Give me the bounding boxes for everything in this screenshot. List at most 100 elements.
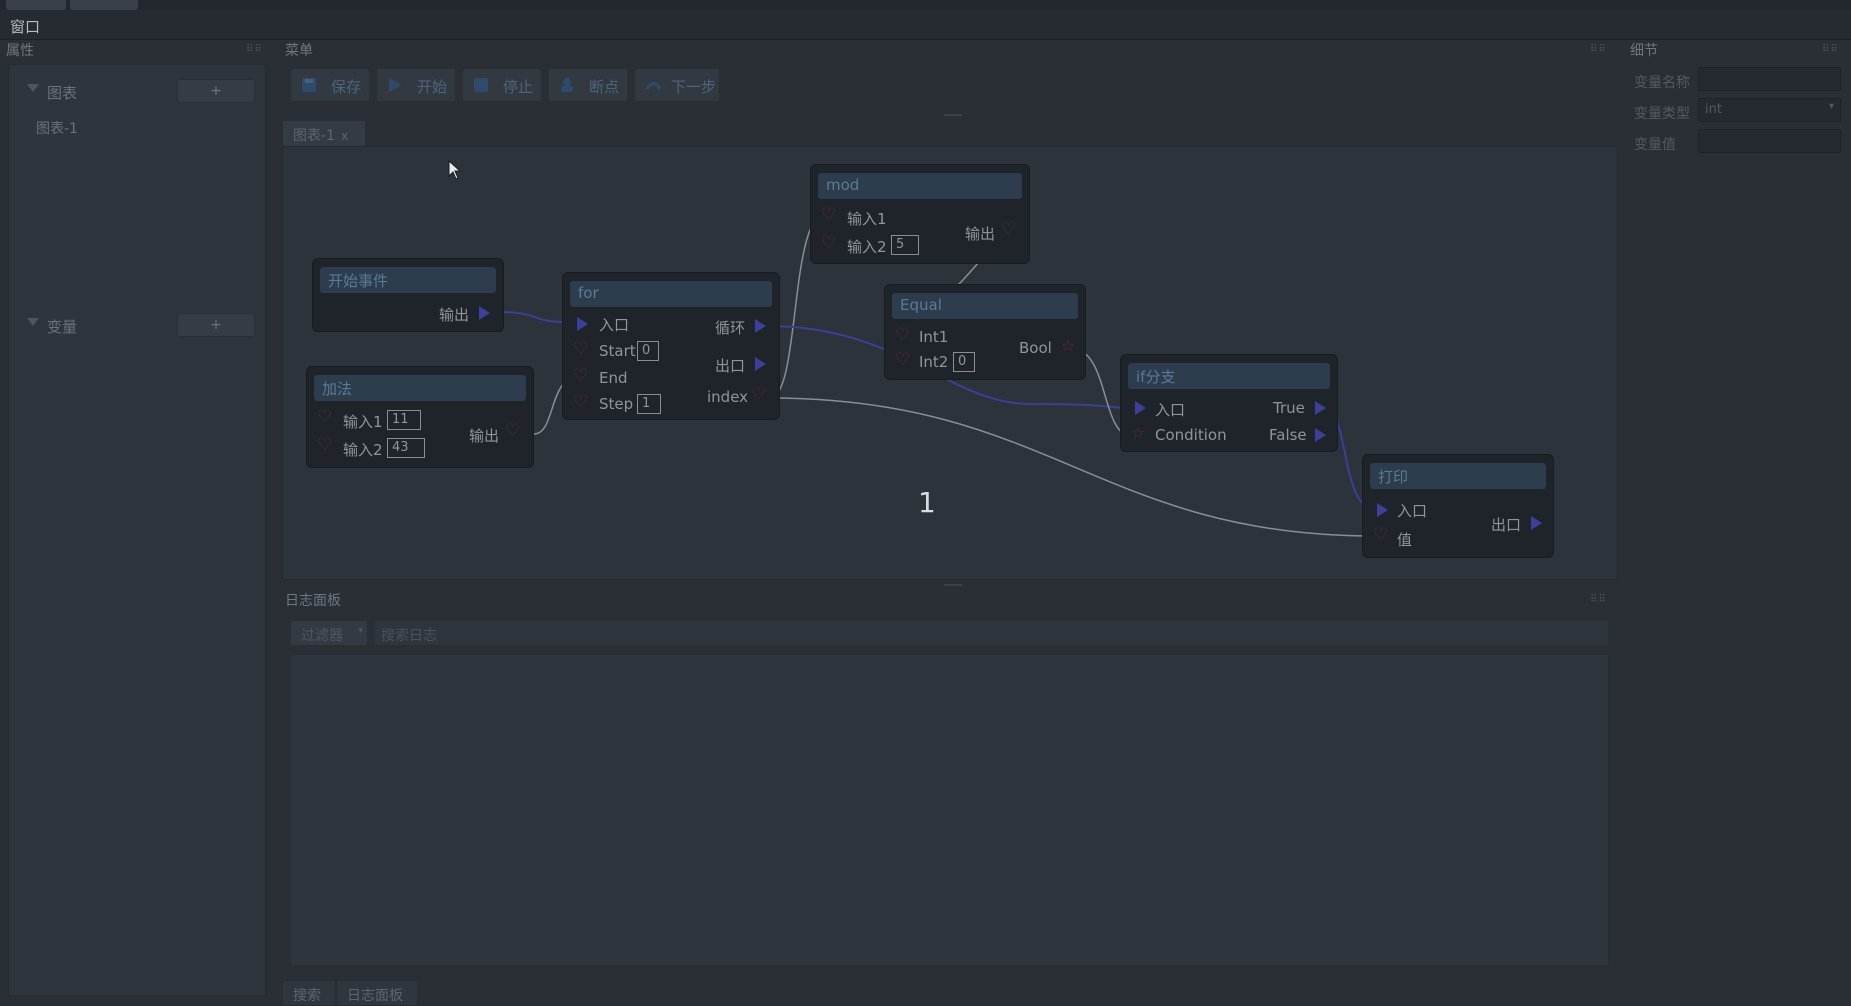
exec-pin-icon[interactable]: [1315, 428, 1326, 442]
log-output-area: [290, 654, 1609, 966]
data-pin-icon[interactable]: ♡: [573, 368, 588, 385]
dock-grip-icon[interactable]: ⠿⠿: [1822, 44, 1844, 55]
stop-label: 停止: [503, 78, 534, 96]
start-label: 开始: [417, 78, 448, 96]
splitter-handle[interactable]: [944, 114, 962, 116]
pin-label: 输出: [469, 427, 500, 445]
data-pin-icon[interactable]: ♡: [1001, 221, 1016, 238]
data-pin-icon[interactable]: ♡: [573, 394, 588, 411]
pin-label: Int1: [919, 328, 949, 346]
node-title: 加法: [314, 375, 526, 401]
node-equal[interactable]: Equal ♡ Int1 ♡ Int2 0 Bool ☆: [884, 284, 1086, 380]
input1-field[interactable]: 11: [387, 410, 421, 430]
exec-pin-icon[interactable]: [479, 306, 490, 320]
pin-label: Bool: [1019, 339, 1052, 357]
exec-pin-icon[interactable]: [577, 317, 588, 331]
data-pin-icon[interactable]: ♡: [821, 207, 836, 224]
tab-search[interactable]: 搜索: [282, 980, 336, 1006]
dock-grip-icon[interactable]: ⠿⠿: [1590, 594, 1612, 605]
next-step-button[interactable]: 下一步: [634, 68, 720, 102]
next-step-label: 下一步: [671, 78, 717, 96]
var-name-field[interactable]: [1698, 67, 1841, 91]
add-variable-button[interactable]: +: [177, 313, 255, 337]
node-title: 打印: [1370, 463, 1546, 489]
var-value-field[interactable]: [1698, 129, 1841, 153]
node-add[interactable]: 加法 ♡ 输入1 11 ♡ 输入2 43 输出 ♡: [306, 366, 534, 468]
close-icon[interactable]: x: [341, 129, 348, 143]
data-pin-icon[interactable]: ♡: [895, 327, 910, 344]
canvas-output-value: 1: [918, 486, 936, 519]
data-pin-icon[interactable]: ♡: [895, 352, 910, 369]
node-title: for: [570, 281, 772, 307]
data-pin-icon[interactable]: ♡: [1373, 527, 1388, 544]
menu-window[interactable]: 窗口: [10, 16, 40, 37]
data-pin-icon[interactable]: ♡: [821, 235, 836, 252]
exec-pin-icon[interactable]: [1377, 503, 1388, 517]
data-pin-icon[interactable]: ♡: [505, 423, 520, 440]
input2-field[interactable]: 43: [387, 438, 425, 458]
data-pin-icon[interactable]: ♡: [317, 437, 332, 454]
add-graph-button[interactable]: +: [177, 79, 255, 103]
exec-pin-icon[interactable]: [1531, 516, 1542, 530]
bool-pin-icon[interactable]: ☆: [1061, 338, 1075, 354]
breakpoint-button[interactable]: 断点: [548, 68, 628, 102]
start-button[interactable]: 开始: [376, 68, 456, 102]
input2-field[interactable]: 5: [891, 235, 919, 255]
node-title: mod: [818, 173, 1022, 199]
exec-pin-icon[interactable]: [1135, 401, 1146, 415]
graph-list-item[interactable]: 图表-1: [36, 118, 78, 138]
save-label: 保存: [331, 78, 362, 96]
node-print[interactable]: 打印 入口 ♡ 值 出口: [1362, 454, 1554, 558]
pin-label: 输入2: [343, 441, 383, 459]
step-field[interactable]: 1: [637, 394, 661, 414]
exec-pin-icon[interactable]: [1315, 401, 1326, 415]
node-title: Equal: [892, 293, 1078, 319]
node-for[interactable]: for 入口 ♡ Start 0 ♡ End ♡ Step 1 循环 出口 in…: [562, 272, 780, 420]
pin-label: 输入1: [847, 210, 887, 228]
dock-grip-icon[interactable]: ⠿⠿: [1590, 44, 1612, 55]
pin-label: 输出: [439, 306, 470, 324]
graphs-section[interactable]: 图表 +: [9, 79, 265, 105]
node-mod[interactable]: mod ♡ 输入1 ♡ 输入2 5 输出 ♡: [810, 164, 1030, 264]
bool-pin-icon[interactable]: ☆: [1131, 425, 1145, 441]
var-value-label: 变量值: [1634, 137, 1676, 153]
pin-label: 出口: [715, 357, 746, 375]
pin-label: 入口: [599, 316, 630, 334]
pin-label: End: [599, 369, 628, 387]
var-type-select[interactable]: int ▾: [1698, 98, 1841, 122]
data-pin-icon[interactable]: ♡: [317, 409, 332, 426]
splitter-handle[interactable]: [944, 584, 962, 586]
node-start-event[interactable]: 开始事件 输出: [312, 258, 504, 332]
stop-button[interactable]: 停止: [462, 68, 542, 102]
pin-label: 输出: [965, 225, 996, 243]
pin-label: Int2: [919, 353, 949, 371]
exec-pin-icon[interactable]: [755, 357, 766, 371]
expand-arrow-icon[interactable]: [27, 318, 39, 326]
data-pin-icon[interactable]: ♡: [751, 386, 766, 403]
dock-grip-icon[interactable]: ⠿⠿: [246, 44, 268, 55]
pin-label: 值: [1397, 531, 1413, 549]
variables-section[interactable]: 变量 +: [9, 313, 265, 339]
properties-panel: 图表 + 图表-1 变量 +: [8, 64, 266, 996]
pin-label: 入口: [1155, 401, 1186, 419]
data-pin-icon[interactable]: ♡: [573, 341, 588, 358]
pin-label: 输入1: [343, 413, 383, 431]
log-filter-select[interactable]: 过滤器 ▾: [290, 620, 368, 646]
tab-graph-1[interactable]: 图表-1 x: [282, 120, 366, 146]
pin-label: Step: [599, 395, 634, 413]
start-field[interactable]: 0: [637, 341, 659, 361]
window-tab[interactable]: [6, 0, 66, 10]
chevron-down-icon: ▾: [358, 626, 363, 636]
int2-field[interactable]: 0: [953, 352, 975, 372]
var-type-label: 变量类型: [1634, 106, 1690, 122]
window-tab[interactable]: [70, 0, 138, 10]
expand-arrow-icon[interactable]: [27, 84, 39, 92]
log-search-input[interactable]: 搜索日志: [374, 620, 1609, 646]
breakpoint-label: 断点: [589, 78, 620, 96]
pin-label: 入口: [1397, 502, 1428, 520]
exec-pin-icon[interactable]: [755, 319, 766, 333]
tab-log-panel[interactable]: 日志面板: [336, 980, 418, 1006]
variables-section-label: 变量: [47, 318, 78, 336]
save-button[interactable]: 保存: [290, 68, 370, 102]
node-if-branch[interactable]: if分支 入口 ☆ Condition True False: [1120, 354, 1338, 452]
